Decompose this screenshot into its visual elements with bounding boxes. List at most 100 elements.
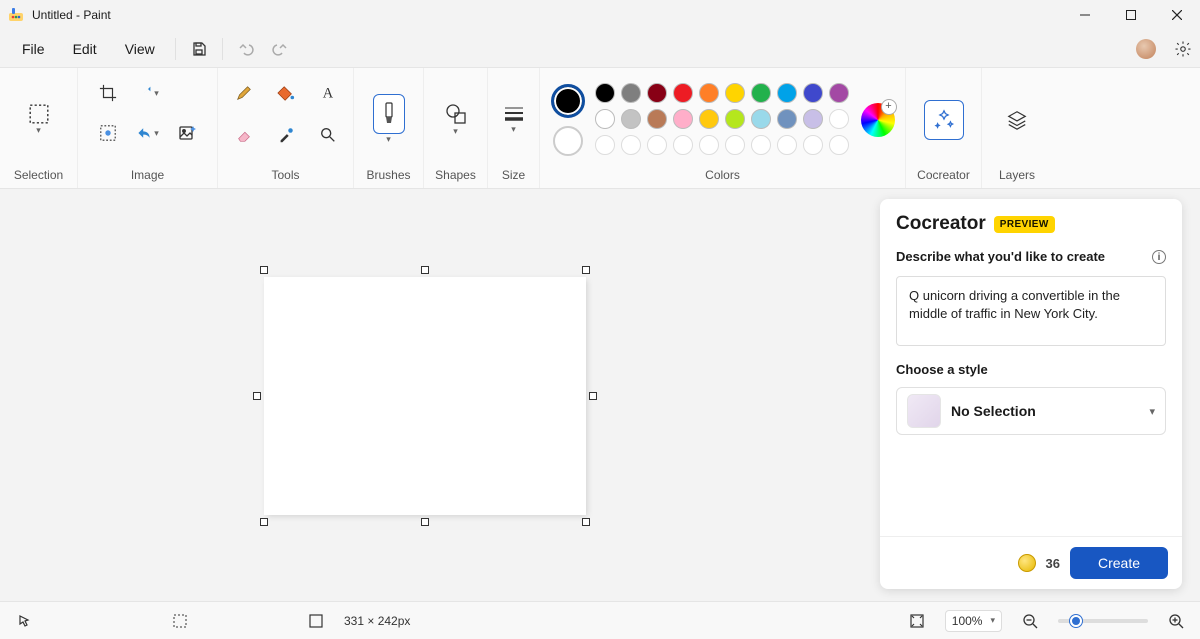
- credits-count: 36: [1046, 556, 1060, 571]
- canvas-dimensions: 331 × 242px: [344, 614, 410, 628]
- chevron-down-icon: ▾: [511, 124, 516, 135]
- color-swatch[interactable]: [595, 83, 615, 103]
- menu-edit[interactable]: Edit: [59, 35, 111, 63]
- canvas[interactable]: [265, 278, 585, 514]
- undo-button[interactable]: [229, 34, 263, 64]
- cocreator-title: Cocreator: [896, 213, 986, 235]
- color-swatch[interactable]: [803, 109, 823, 129]
- color-swatch[interactable]: [699, 83, 719, 103]
- divider: [222, 38, 223, 60]
- save-button[interactable]: [182, 34, 216, 64]
- color-swatch-grid: [595, 83, 851, 157]
- layers-button[interactable]: [995, 103, 1039, 137]
- color-swatch[interactable]: [751, 83, 771, 103]
- menubar: File Edit View: [0, 30, 1200, 68]
- remove-background-button[interactable]: [91, 116, 125, 150]
- canvas-size-icon: [302, 607, 330, 635]
- color-swatch-empty[interactable]: [829, 109, 849, 129]
- pencil-tool[interactable]: [227, 76, 261, 110]
- color-swatch[interactable]: [621, 83, 641, 103]
- ribbon-label-tools: Tools: [271, 163, 299, 184]
- color-secondary[interactable]: [553, 126, 583, 156]
- cursor-position-icon: [10, 607, 38, 635]
- zoom-combo[interactable]: 100% ▾: [945, 610, 1002, 632]
- color-swatch[interactable]: [647, 83, 667, 103]
- eraser-tool[interactable]: [227, 118, 261, 152]
- maximize-button[interactable]: [1108, 0, 1154, 30]
- ribbon-label-layers: Layers: [999, 163, 1035, 184]
- workspace[interactable]: Cocreator PREVIEW Describe what you'd li…: [0, 189, 1200, 601]
- settings-button[interactable]: [1166, 40, 1200, 58]
- brush-icon: [373, 94, 405, 134]
- info-icon[interactable]: i: [1152, 250, 1166, 264]
- color-swatch[interactable]: [725, 109, 745, 129]
- color-swatch-empty[interactable]: [699, 135, 719, 155]
- color-swatch-empty[interactable]: [595, 135, 615, 155]
- rotate-button[interactable]: ▾: [131, 116, 165, 150]
- svg-text:A: A: [322, 86, 333, 102]
- ribbon-label-cocreator: Cocreator: [917, 163, 970, 184]
- color-swatch-empty[interactable]: [777, 135, 797, 155]
- window-title: Untitled - Paint: [32, 8, 111, 22]
- menu-file[interactable]: File: [8, 35, 59, 63]
- resize-button[interactable]: ▾: [131, 76, 165, 110]
- color-swatch[interactable]: [777, 83, 797, 103]
- color-swatch-empty[interactable]: [647, 135, 667, 155]
- selection-size-icon: [166, 607, 194, 635]
- color-swatch[interactable]: [803, 83, 823, 103]
- color-swatch[interactable]: [777, 109, 797, 129]
- minimize-button[interactable]: [1062, 0, 1108, 30]
- color-swatch[interactable]: [725, 83, 745, 103]
- color-swatch-empty[interactable]: [751, 135, 771, 155]
- color-swatch-empty[interactable]: [725, 135, 745, 155]
- image-generate-button[interactable]: [171, 116, 205, 150]
- close-button[interactable]: [1154, 0, 1200, 30]
- zoom-slider[interactable]: [1058, 619, 1148, 623]
- menu-view[interactable]: View: [111, 35, 169, 63]
- color-swatch[interactable]: [829, 83, 849, 103]
- color-swatch[interactable]: [595, 109, 615, 129]
- prompt-textarea[interactable]: [896, 276, 1166, 346]
- edit-colors-button[interactable]: [861, 103, 895, 137]
- color-swatch-empty[interactable]: [829, 135, 849, 155]
- color-swatch[interactable]: [647, 109, 667, 129]
- cocreator-button[interactable]: [924, 100, 964, 140]
- crop-button[interactable]: [91, 76, 125, 110]
- selection-tool[interactable]: ▾: [22, 101, 56, 138]
- color-swatch[interactable]: [751, 109, 771, 129]
- divider: [175, 38, 176, 60]
- brushes-dropdown[interactable]: ▾: [367, 92, 411, 147]
- color-swatch[interactable]: [673, 109, 693, 129]
- zoom-out-button[interactable]: [1016, 607, 1044, 635]
- color-picker-tool[interactable]: [269, 118, 303, 152]
- paint-app-icon: [8, 7, 24, 23]
- user-avatar[interactable]: [1136, 39, 1156, 59]
- style-dropdown[interactable]: No Selection ▾: [896, 387, 1166, 435]
- color-swatch[interactable]: [673, 83, 693, 103]
- ribbon-label-size: Size: [502, 163, 525, 184]
- color-swatch[interactable]: [621, 109, 641, 129]
- chevron-down-icon: ▾: [1149, 405, 1155, 418]
- redo-button[interactable]: [263, 34, 297, 64]
- color-swatch-empty[interactable]: [621, 135, 641, 155]
- chevron-down-icon: ▾: [154, 88, 159, 99]
- zoom-in-button[interactable]: [1162, 607, 1190, 635]
- ribbon-label-brushes: Brushes: [366, 163, 410, 184]
- fill-tool[interactable]: [269, 76, 303, 110]
- text-tool[interactable]: A: [311, 76, 345, 110]
- color-primary[interactable]: [551, 84, 585, 118]
- color-swatch-empty[interactable]: [803, 135, 823, 155]
- size-dropdown[interactable]: ▾: [497, 102, 531, 137]
- ribbon: ▾ Selection ▾ ▾ Image: [0, 68, 1200, 189]
- preview-badge: PREVIEW: [994, 216, 1055, 233]
- choose-style-label: Choose a style: [880, 346, 1182, 383]
- create-button[interactable]: Create: [1070, 547, 1168, 579]
- credits-icon: [1018, 554, 1036, 572]
- color-swatch-empty[interactable]: [673, 135, 693, 155]
- fit-screen-button[interactable]: [903, 607, 931, 635]
- color-swatch[interactable]: [699, 109, 719, 129]
- titlebar: Untitled - Paint: [0, 0, 1200, 30]
- magnifier-tool[interactable]: [311, 118, 345, 152]
- chevron-down-icon: ▾: [154, 128, 159, 139]
- shapes-dropdown[interactable]: ▾: [438, 100, 474, 139]
